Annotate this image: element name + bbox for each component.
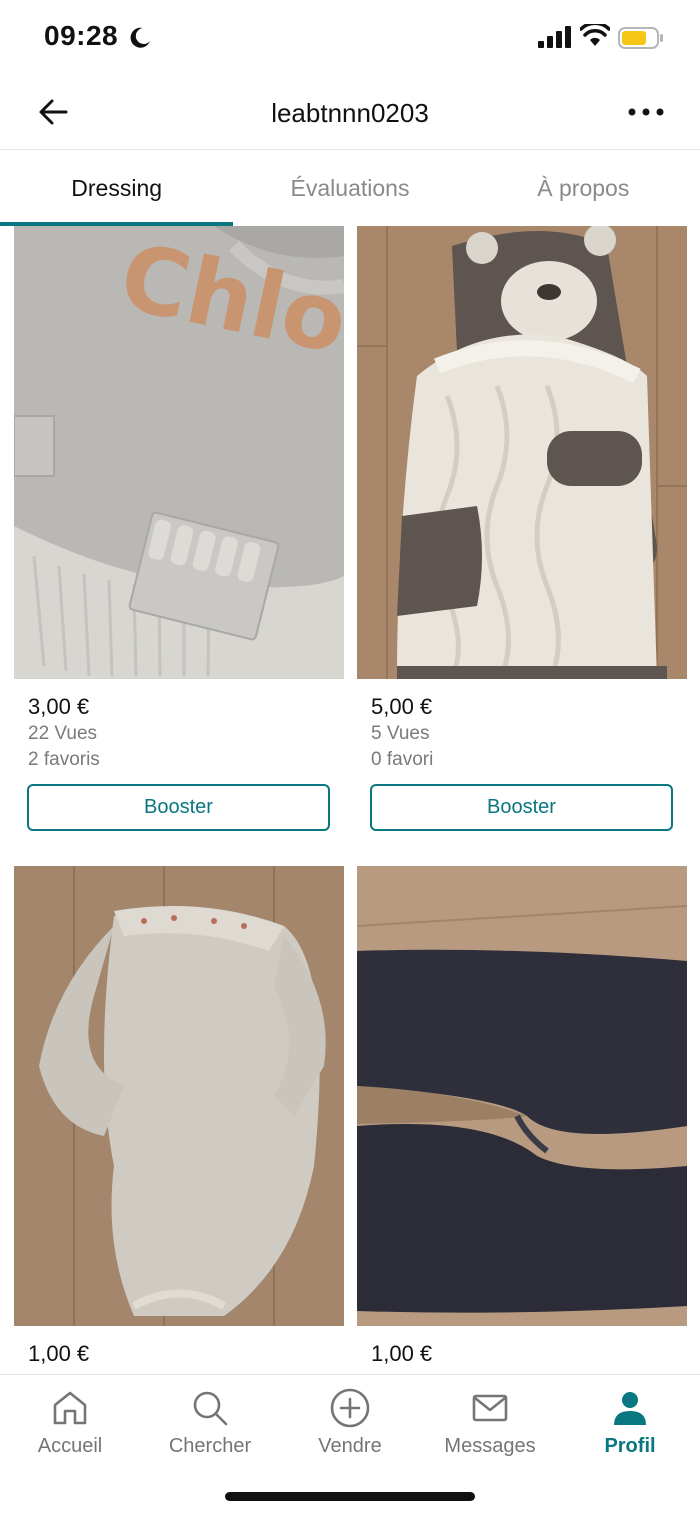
nav-label: Profil	[604, 1435, 656, 1457]
nav-item-search[interactable]: Chercher	[140, 1387, 280, 1467]
bodysuit-image	[14, 866, 344, 1326]
item-price: 1,00 €	[28, 1341, 90, 1366]
status-bar: 09:28	[0, 0, 700, 76]
page-title: leabtnnn0203	[271, 98, 429, 128]
item-grid: Chloé 3,00 € 22 Vues 2 favoris Booster 5…	[0, 226, 700, 1374]
booster-button[interactable]: Booster	[27, 784, 330, 831]
item-photo-sweater[interactable]: Chloé	[14, 226, 344, 679]
nav-label: Vendre	[318, 1435, 382, 1457]
item-card[interactable]: 1,00 €	[14, 866, 344, 1366]
tab-dressing[interactable]: Dressing	[0, 150, 234, 226]
battery-icon	[618, 27, 663, 49]
profile-tabs: Dressing Évaluations À propos	[0, 150, 700, 226]
tab-about[interactable]: À propos	[467, 150, 700, 226]
item-card[interactable]: 1,00 €	[357, 866, 687, 1366]
item-views: 5 Vues	[371, 723, 430, 744]
nav-label: Chercher	[168, 1435, 252, 1457]
item-views: 22 Vues	[28, 723, 98, 744]
moon-icon	[130, 27, 150, 48]
status-time: 09:28	[44, 20, 119, 51]
home-icon	[53, 1391, 87, 1425]
wifi-icon	[580, 24, 610, 46]
item-photo-leggings[interactable]	[357, 866, 687, 1326]
item-photo-bodysuit[interactable]	[14, 866, 344, 1326]
nav-item-profile[interactable]: Profil	[560, 1387, 700, 1467]
plus-circle-icon	[330, 1388, 370, 1428]
booster-button[interactable]: Booster	[370, 784, 673, 831]
item-price: 3,00 €	[28, 694, 90, 719]
signal-icon	[538, 26, 571, 48]
profile-icon	[614, 1392, 646, 1425]
nav-item-home[interactable]: Accueil	[0, 1387, 140, 1467]
bear-sleeping-bag-image	[357, 226, 687, 679]
tab-evaluations[interactable]: Évaluations	[233, 150, 466, 226]
item-favorites: 0 favori	[371, 749, 434, 770]
nav-label: Messages	[444, 1435, 536, 1457]
nav-item-sell[interactable]: Vendre	[280, 1387, 420, 1467]
home-indicator	[225, 1492, 475, 1501]
leggings-image	[357, 866, 687, 1326]
item-price: 1,00 €	[371, 1341, 433, 1366]
item-photo-bear-sleeping-bag[interactable]	[357, 226, 687, 679]
item-price: 5,00 €	[371, 694, 433, 719]
search-icon	[193, 1391, 228, 1426]
item-favorites: 2 favoris	[28, 749, 100, 770]
item-card[interactable]: Chloé 3,00 € 22 Vues 2 favoris Booster	[14, 226, 344, 831]
more-options-icon[interactable]	[622, 98, 670, 126]
sweater-image: Chloé	[14, 226, 344, 679]
top-navbar: leabtnnn0203	[0, 76, 700, 150]
item-card[interactable]: 5,00 € 5 Vues 0 favori Booster	[357, 226, 687, 831]
nav-label: Accueil	[37, 1435, 103, 1457]
mail-icon	[472, 1394, 508, 1422]
nav-item-messages[interactable]: Messages	[420, 1387, 560, 1467]
